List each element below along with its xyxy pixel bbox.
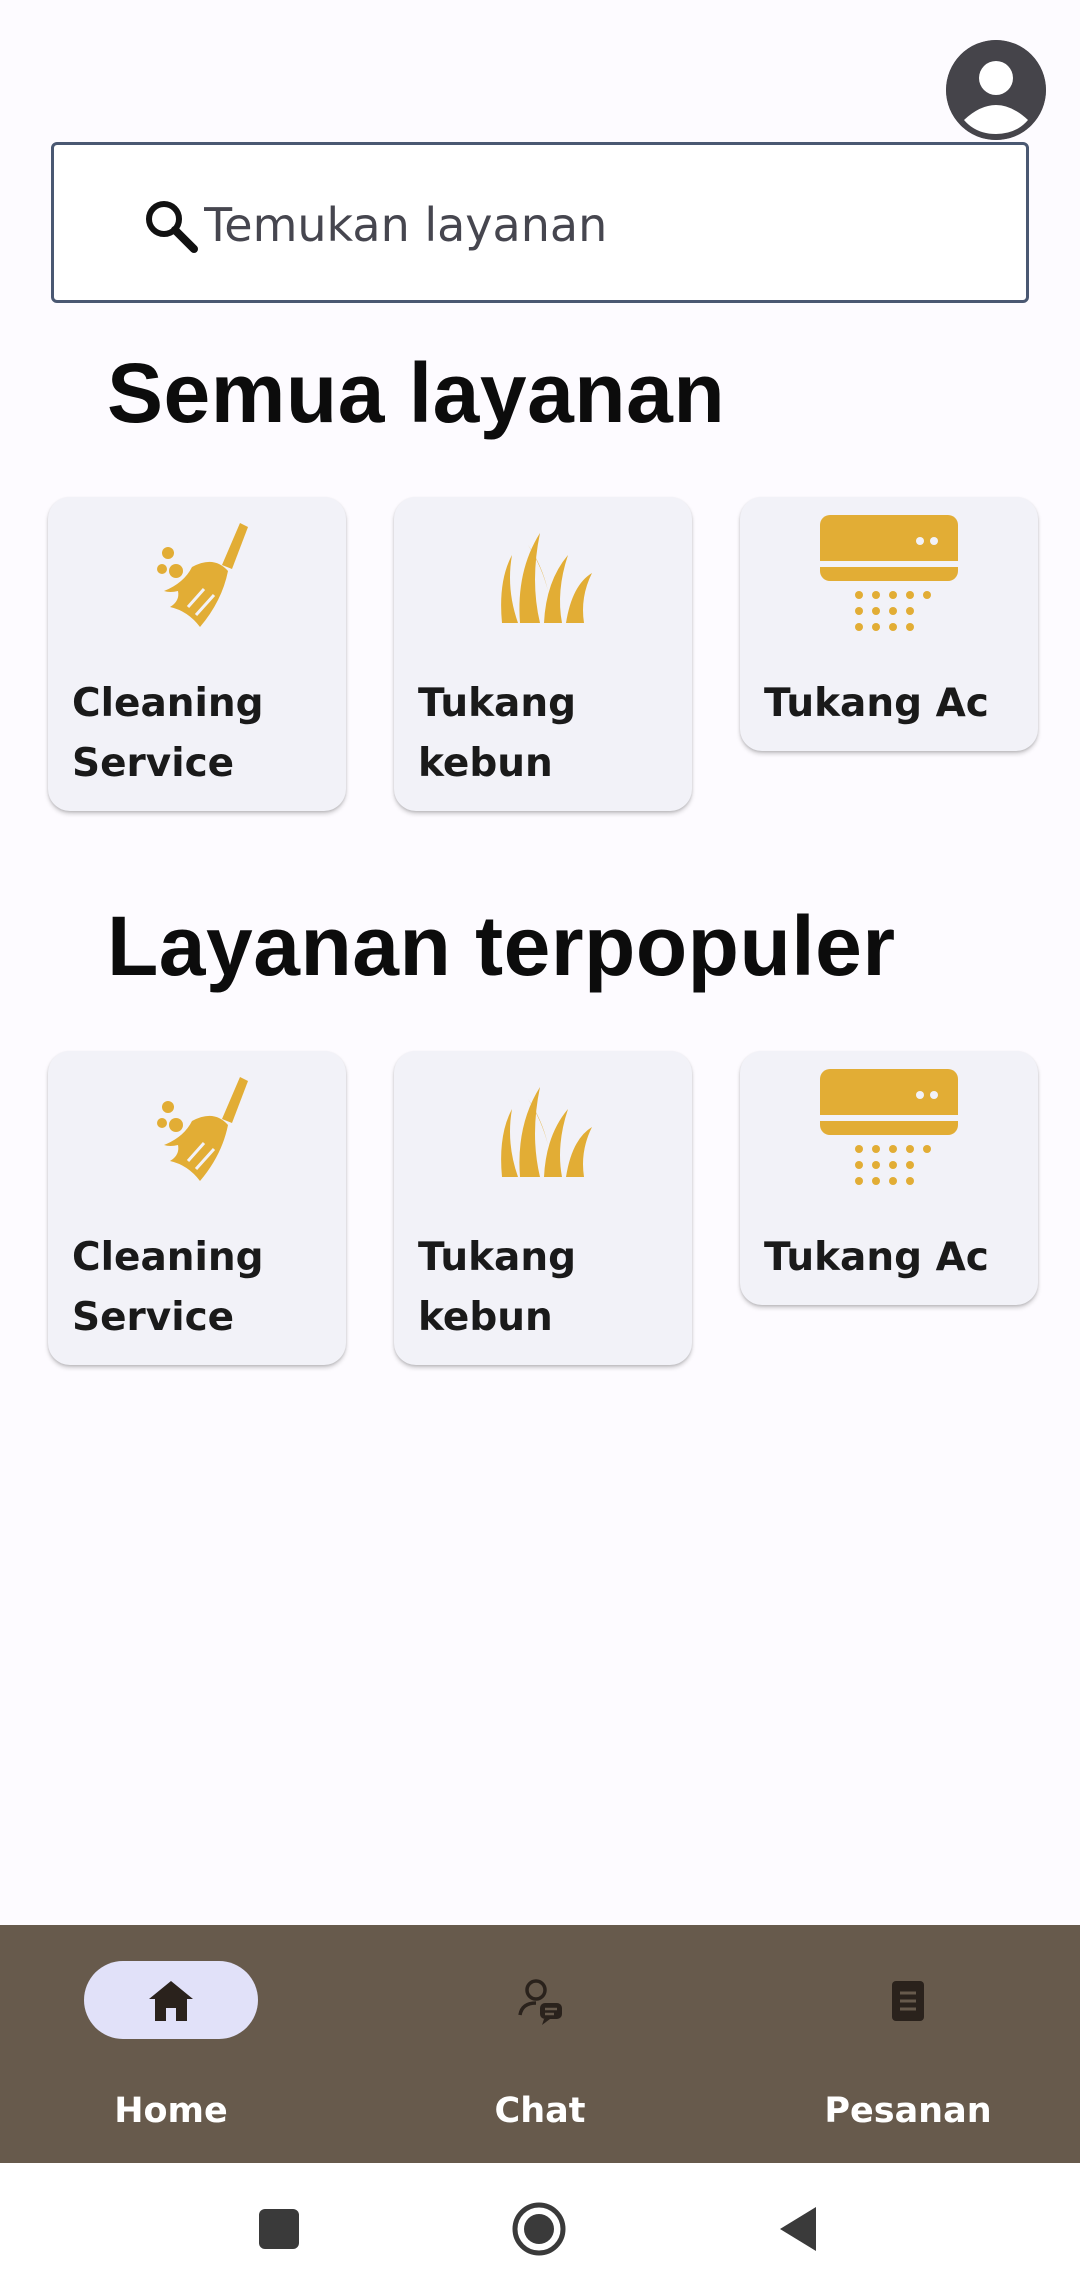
service-card-ac[interactable]: Tukang Ac: [740, 497, 1038, 751]
service-card-cleaning[interactable]: Cleaning Service: [48, 497, 346, 811]
service-card-gardener[interactable]: Tukang kebun: [394, 497, 692, 811]
air-conditioner-icon: [814, 511, 964, 636]
home-circle-icon[interactable]: [511, 2201, 567, 2262]
popular-card-ac[interactable]: Tukang Ac: [740, 1051, 1038, 1305]
home-icon: [145, 1975, 197, 2027]
bottom-navigation: Home Chat Pesanan: [0, 1925, 1080, 2163]
broom-icon: [122, 1065, 272, 1190]
chat-person-icon: [514, 1975, 566, 2027]
broom-icon: [122, 511, 272, 636]
nav-item-home[interactable]: Home: [21, 1925, 321, 2163]
account-circle-icon[interactable]: [946, 40, 1046, 140]
service-card-label: Tukang kebun: [418, 681, 577, 786]
grass-icon: [468, 511, 618, 636]
section-title-all-services: Semua layanan: [107, 346, 726, 440]
air-conditioner-icon: [814, 1065, 964, 1190]
nav-label-chat: Chat: [494, 2091, 586, 2131]
service-card-label: Tukang Ac: [764, 681, 989, 726]
service-card-label: Cleaning Service: [72, 1235, 264, 1340]
service-card-label: Tukang Ac: [764, 1235, 989, 1280]
service-card-label: Tukang kebun: [418, 1235, 577, 1340]
system-navigation-bar: [0, 2163, 1080, 2294]
popular-card-cleaning[interactable]: Cleaning Service: [48, 1051, 346, 1365]
search-bar[interactable]: [51, 142, 1029, 303]
nav-item-chat[interactable]: Chat: [390, 1925, 690, 2163]
popular-card-gardener[interactable]: Tukang kebun: [394, 1051, 692, 1365]
search-icon: [142, 197, 202, 257]
nav-label-orders: Pesanan: [824, 2091, 992, 2131]
nav-item-orders[interactable]: Pesanan: [758, 1925, 1058, 2163]
nav-label-home: Home: [114, 2091, 228, 2131]
recents-square-icon[interactable]: [258, 2208, 300, 2255]
grass-icon: [468, 1065, 618, 1190]
search-input[interactable]: [204, 185, 984, 265]
receipt-icon: [882, 1975, 934, 2027]
back-triangle-icon[interactable]: [776, 2205, 820, 2258]
home-screen: Semua layanan Cleaning Service: [0, 0, 1080, 2294]
section-title-popular-services: Layanan terpopuler: [107, 899, 896, 993]
service-card-label: Cleaning Service: [72, 681, 264, 786]
